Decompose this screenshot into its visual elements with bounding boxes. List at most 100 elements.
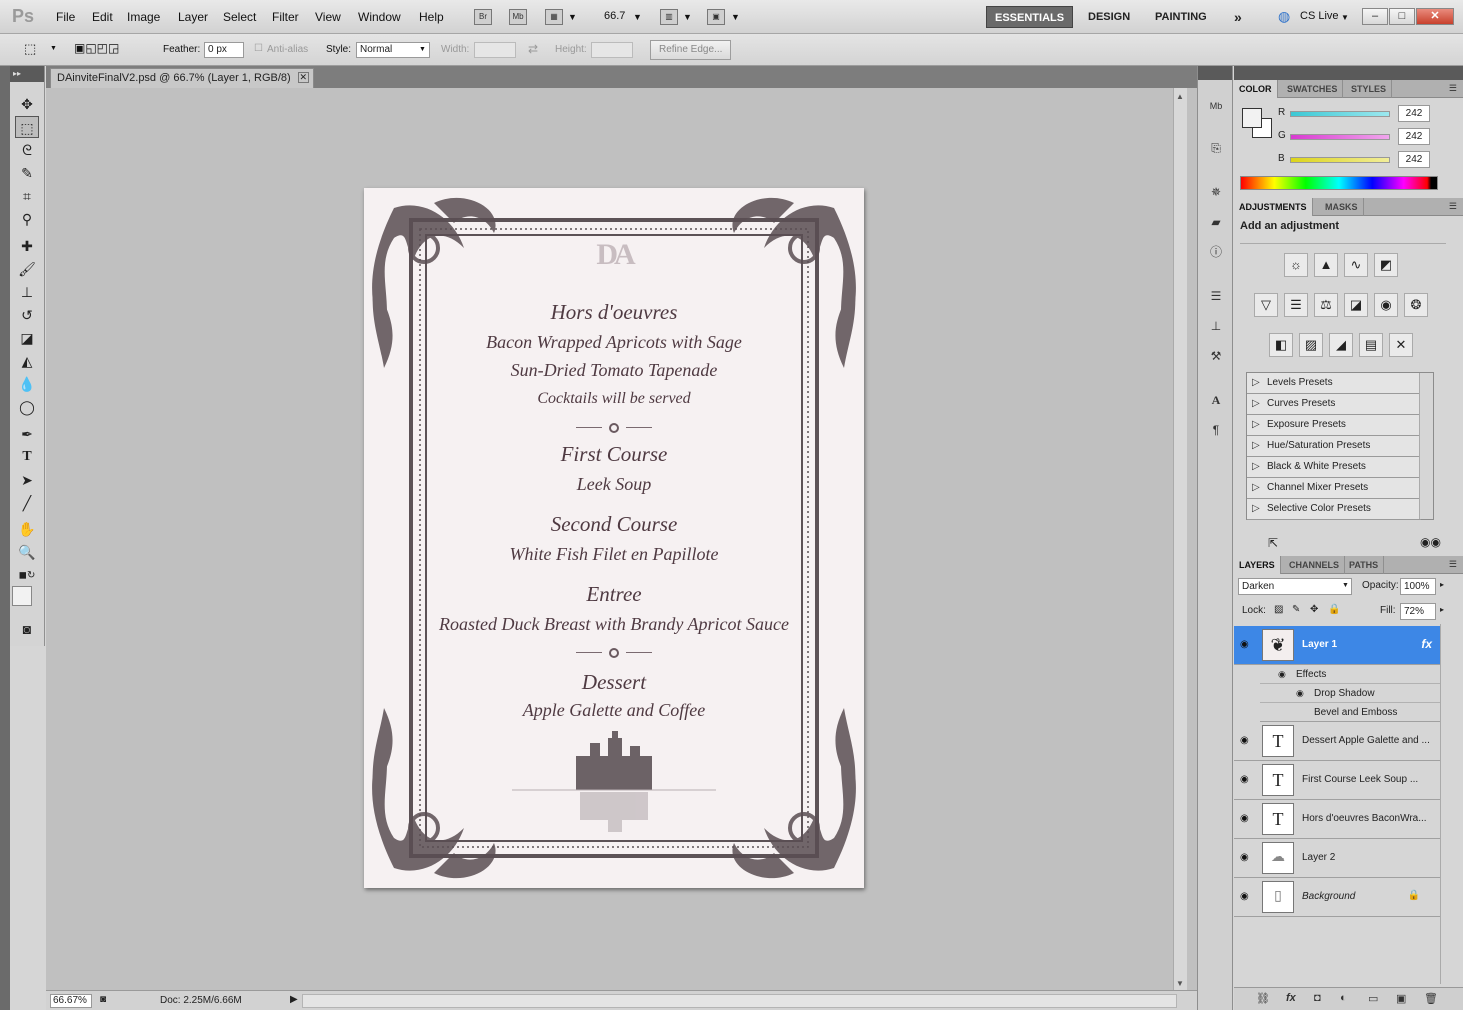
refine-edge-button[interactable]: Refine Edge... (650, 40, 732, 60)
marquee-tool-preset-icon[interactable]: ⬚ (24, 41, 36, 57)
menu-window[interactable]: Window (358, 10, 401, 24)
quick-selection-tool-icon[interactable]: ✎ (15, 162, 39, 184)
tab-adjustments[interactable]: ADJUSTMENTS (1234, 198, 1313, 216)
photo-filter-icon[interactable]: ◉ (1374, 293, 1398, 317)
exposure-icon[interactable]: ◩ (1374, 253, 1398, 277)
list-item[interactable]: ▷ Exposure Presets (1247, 415, 1421, 436)
line-tool-icon[interactable]: ╱ (15, 492, 39, 514)
close-icon[interactable]: ✕ (297, 72, 309, 83)
dodge-tool-icon[interactable]: ◯ (15, 396, 39, 418)
gradient-map-icon[interactable]: ▤ (1359, 333, 1383, 357)
character-icon[interactable]: A (1206, 390, 1226, 410)
history-icon[interactable]: ⎘ (1206, 138, 1226, 158)
posterize-icon[interactable]: ▨ (1299, 333, 1323, 357)
eye-icon[interactable]: ◉ (1240, 813, 1249, 824)
chevron-down-icon[interactable]: ▼ (633, 12, 642, 22)
quick-mask-icon[interactable]: ◙ (15, 618, 39, 640)
curves-icon[interactable]: ∿ (1344, 253, 1368, 277)
list-item[interactable]: ▷ Curves Presets (1247, 394, 1421, 415)
layers-scrollbar[interactable] (1440, 624, 1454, 984)
chevron-down-icon[interactable]: ▼ (683, 12, 692, 22)
foreground-color-chip[interactable] (1242, 108, 1262, 128)
horizontal-scrollbar[interactable] (302, 994, 1177, 1008)
width-input[interactable] (474, 42, 516, 58)
selective-color-icon[interactable]: ✕ (1389, 333, 1413, 357)
selection-mode-icons[interactable]: ▣◱◰◲ (74, 41, 119, 55)
layer-row[interactable]: ◉ ☁ Layer 2 (1234, 839, 1440, 878)
list-item[interactable]: ▷ Hue/Saturation Presets (1247, 436, 1421, 457)
expand-triangle-icon[interactable]: ▷ (1252, 478, 1260, 498)
status-options-icon[interactable]: ◙ (100, 994, 106, 1005)
blue-slider[interactable] (1290, 157, 1390, 163)
expand-triangle-icon[interactable]: ▷ (1252, 394, 1260, 414)
workspace-essentials[interactable]: ESSENTIALS (986, 6, 1074, 28)
tab-channels[interactable]: CHANNELS (1284, 556, 1346, 574)
dock-collapse-icon[interactable] (1198, 66, 1232, 80)
new-group-icon[interactable]: ▭ (1368, 992, 1378, 1005)
green-value-input[interactable]: 242 (1398, 128, 1430, 145)
scroll-up-icon[interactable]: ▲ (1176, 92, 1184, 101)
expand-triangle-icon[interactable]: ▷ (1252, 457, 1260, 477)
lock-position-icon[interactable]: ✥ (1310, 604, 1318, 615)
eye-icon[interactable]: ◉ (1240, 735, 1249, 746)
hand-tool-icon[interactable]: ✋ (15, 518, 39, 540)
green-slider[interactable] (1290, 134, 1390, 140)
panel-menu-icon[interactable]: ☰ (1449, 559, 1457, 570)
chevron-down-icon[interactable]: ▼ (1342, 582, 1349, 589)
expand-triangle-icon[interactable]: ▷ (1252, 436, 1260, 456)
tab-swatches[interactable]: SWATCHES (1282, 80, 1344, 98)
eye-icon[interactable]: ◉ (1296, 684, 1304, 703)
brush-tool-icon[interactable]: 🖌 (15, 258, 39, 280)
chevron-down-icon[interactable]: ▼ (731, 12, 740, 22)
pen-tool-icon[interactable]: ✒ (15, 423, 39, 445)
channel-mixer-icon[interactable]: ❂ (1404, 293, 1428, 317)
color-balance-icon[interactable]: ⚖ (1314, 293, 1338, 317)
healing-brush-tool-icon[interactable]: ✚ (15, 235, 39, 257)
panels-collapse-icon[interactable] (1234, 66, 1463, 80)
expand-triangle-icon[interactable]: ▷ (1252, 499, 1260, 519)
default-colors-icon[interactable]: ◼↻ (15, 565, 39, 587)
list-item[interactable]: ▷ Selective Color Presets (1247, 499, 1421, 520)
menu-image[interactable]: Image (127, 10, 160, 24)
list-item[interactable]: ▷ Channel Mixer Presets (1247, 478, 1421, 499)
menu-filter[interactable]: Filter (272, 10, 299, 24)
lock-all-icon[interactable]: 🔒 (1328, 604, 1340, 615)
eye-icon[interactable]: ◉ (1278, 665, 1286, 684)
tab-styles[interactable]: STYLES (1346, 80, 1393, 98)
blur-tool-icon[interactable]: 💧 (15, 373, 39, 395)
layer-row[interactable]: ◉ ▯ Background 🔒 (1234, 878, 1440, 917)
eye-icon[interactable]: ◉ (1240, 774, 1249, 785)
menu-help[interactable]: Help (419, 10, 444, 24)
clone-source-icon[interactable]: ⊥ (1206, 316, 1226, 336)
lock-pixels-icon[interactable]: ✎ (1292, 604, 1300, 615)
screen-mode-icon[interactable]: ▣ (707, 9, 725, 25)
fill-input[interactable]: 72% (1400, 603, 1436, 620)
zoom-level[interactable]: 66.7 (604, 10, 625, 22)
clip-layer-icon[interactable]: ◉◉ (1420, 535, 1441, 549)
document-tab[interactable]: DAinviteFinalV2.psd @ 66.7% (Layer 1, RG… (50, 68, 314, 88)
link-layers-icon[interactable]: ⛓ (1256, 992, 1270, 1005)
chevron-down-icon[interactable]: ▼ (419, 46, 426, 53)
crop-tool-icon[interactable]: ⌗ (15, 185, 39, 207)
opacity-slider-arrow-icon[interactable]: ▸ (1440, 580, 1444, 589)
levels-icon[interactable]: ▲ (1314, 253, 1338, 277)
extras-icon[interactable]: ▦ (545, 9, 563, 25)
move-tool-icon[interactable]: ✥ (15, 93, 39, 115)
eye-icon[interactable]: ◉ (1240, 639, 1249, 650)
status-menu-arrow-icon[interactable]: ▶ (290, 994, 298, 1005)
black-white-icon[interactable]: ◪ (1344, 293, 1368, 317)
effect-row[interactable]: Bevel and Emboss (1260, 703, 1440, 722)
expand-triangle-icon[interactable]: ▷ (1252, 373, 1260, 393)
clone-stamp-tool-icon[interactable]: ⊥ (15, 281, 39, 303)
paragraph-icon[interactable]: ¶ (1206, 420, 1226, 440)
layer-row[interactable]: ◉ T Hors d'oeuvres BaconWra... (1234, 800, 1440, 839)
opacity-input[interactable]: 100% (1400, 578, 1436, 595)
close-button[interactable]: ✕ (1416, 8, 1454, 25)
blue-value-input[interactable]: 242 (1398, 151, 1430, 168)
cs-live-button[interactable]: CS Live (1300, 10, 1339, 22)
effects-row[interactable]: ◉ Effects (1260, 665, 1440, 684)
eyedropper-tool-icon[interactable]: ⚲ (15, 208, 39, 230)
threshold-icon[interactable]: ◢ (1329, 333, 1353, 357)
fx-icon[interactable]: fx (1421, 637, 1432, 651)
brush-presets-icon[interactable]: ☰ (1206, 286, 1226, 306)
